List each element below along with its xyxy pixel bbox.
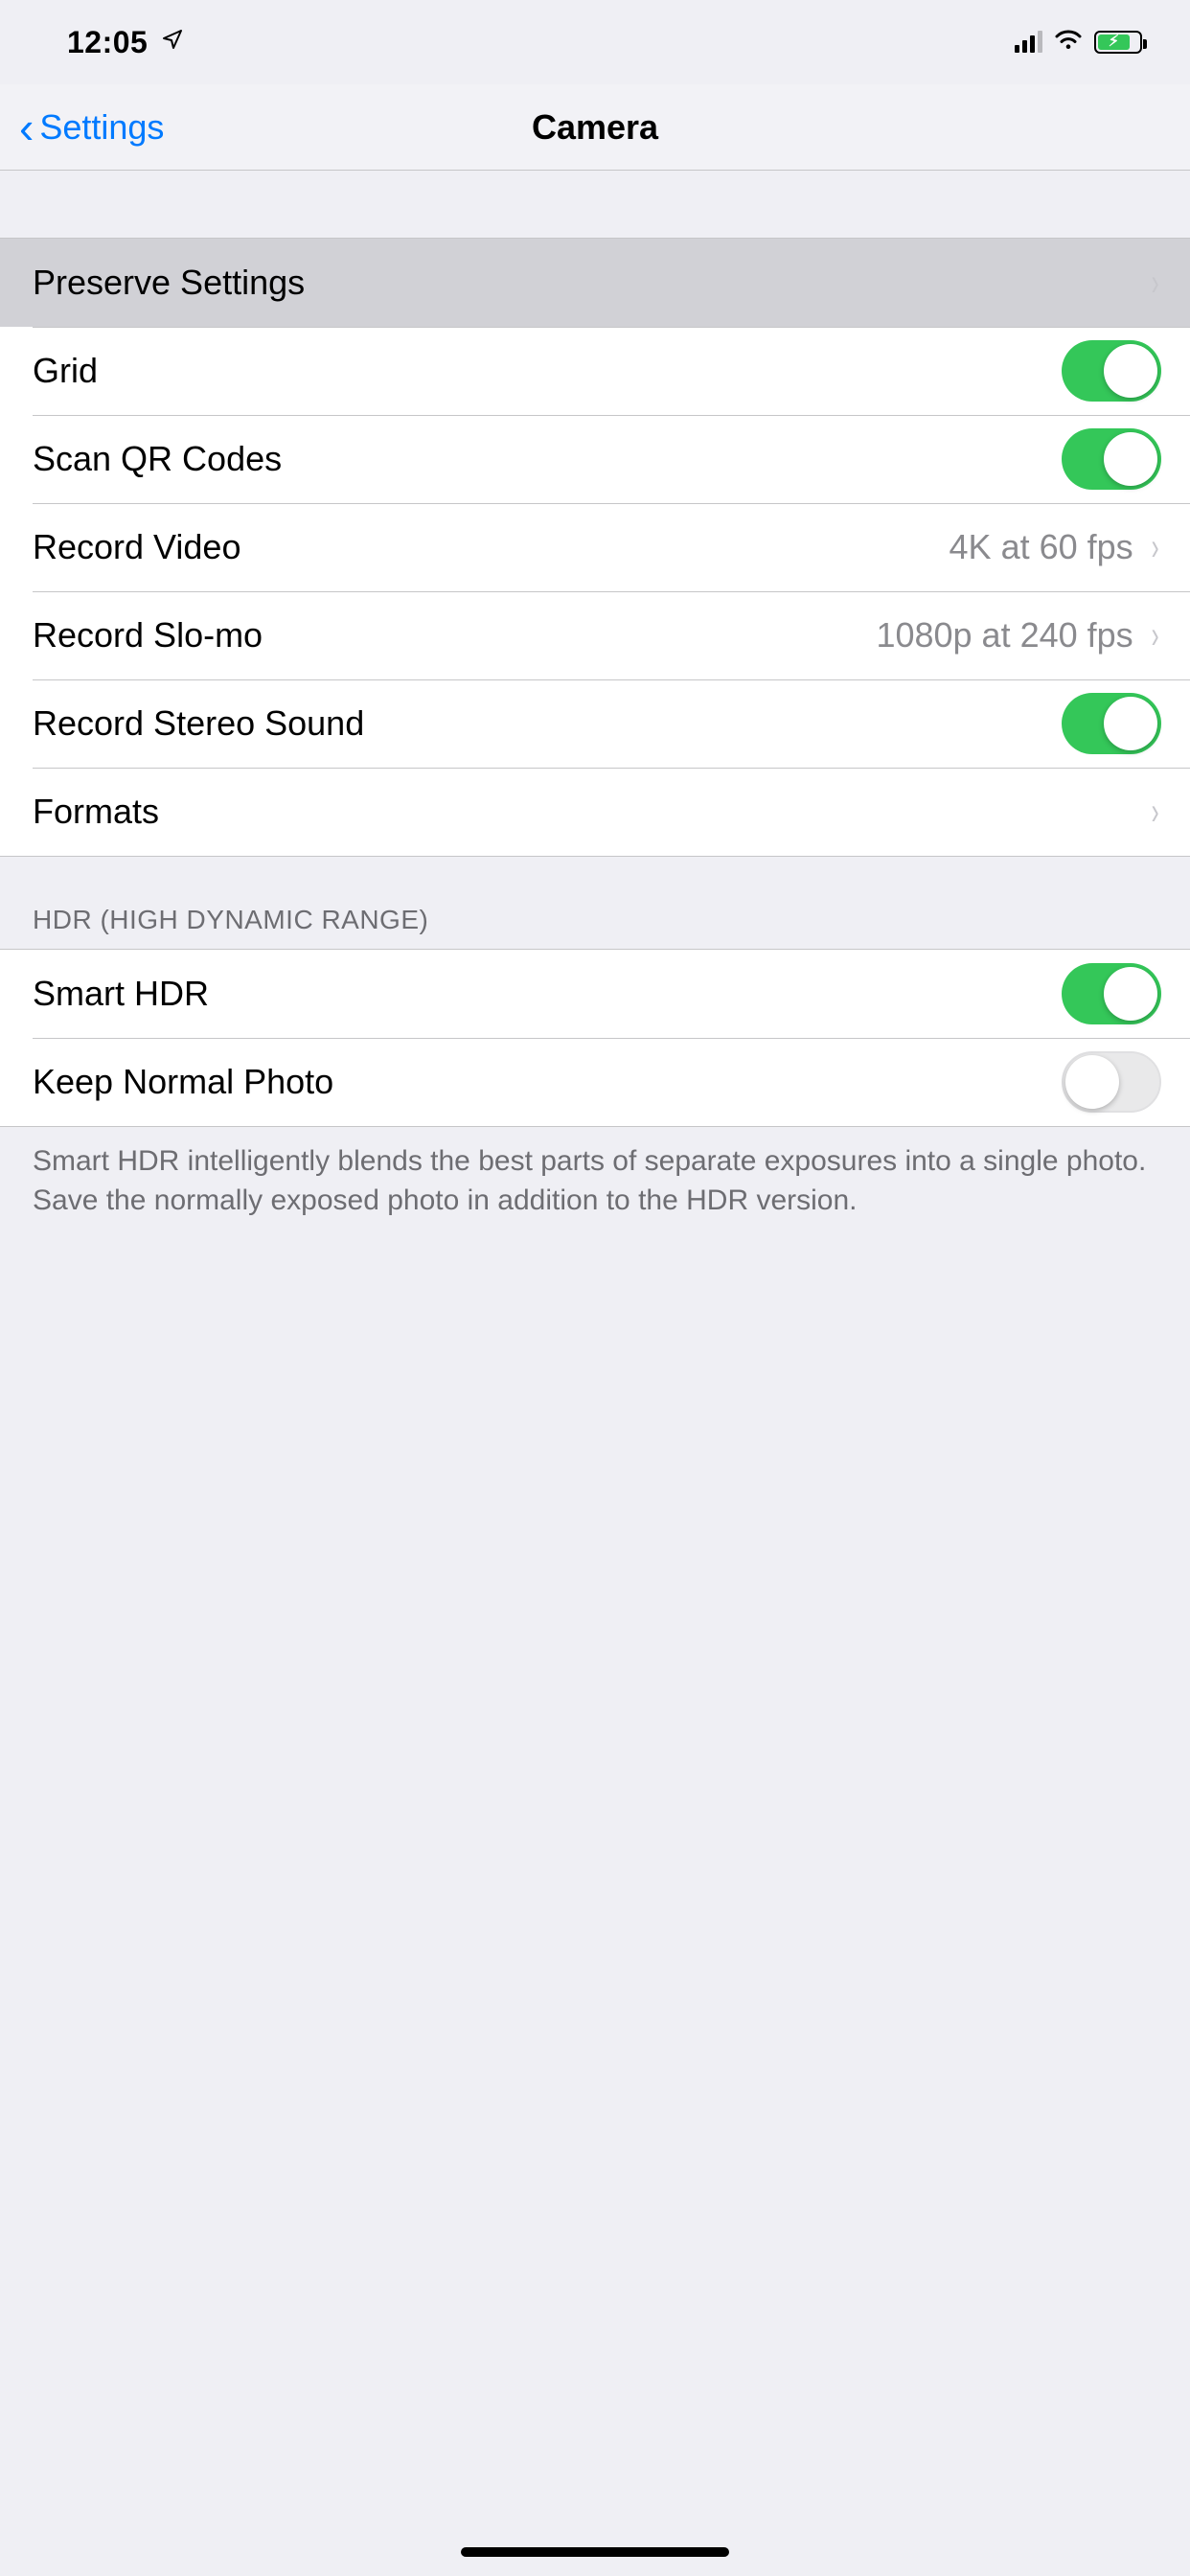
toggle-record-stereo[interactable] xyxy=(1062,693,1161,754)
charging-bolt-icon: ⚡︎ xyxy=(1109,34,1119,50)
back-label: Settings xyxy=(39,107,164,148)
row-label: Scan QR Codes xyxy=(33,439,282,479)
settings-group-main: Preserve Settings › Grid Scan QR Codes R… xyxy=(0,238,1190,857)
row-record-stereo: Record Stereo Sound xyxy=(0,679,1190,768)
settings-group-hdr: Smart HDR Keep Normal Photo xyxy=(0,949,1190,1127)
wifi-icon xyxy=(1054,29,1083,57)
chevron-left-icon: ‹ xyxy=(19,105,34,150)
row-label: Record Video xyxy=(33,527,240,567)
back-button[interactable]: ‹ Settings xyxy=(19,84,164,170)
toggle-keep-normal[interactable] xyxy=(1062,1051,1161,1113)
location-icon xyxy=(161,27,184,58)
row-grid: Grid xyxy=(0,327,1190,415)
row-label: Keep Normal Photo xyxy=(33,1062,333,1102)
battery-icon: ⚡︎ xyxy=(1094,31,1142,54)
chevron-right-icon: › xyxy=(1151,793,1158,831)
row-scan-qr: Scan QR Codes xyxy=(0,415,1190,503)
row-record-slomo[interactable]: Record Slo-mo 1080p at 240 fps › xyxy=(0,591,1190,679)
nav-header: ‹ Settings Camera xyxy=(0,84,1190,171)
chevron-right-icon: › xyxy=(1151,616,1158,655)
row-record-video[interactable]: Record Video 4K at 60 fps › xyxy=(0,503,1190,591)
row-label: Record Slo-mo xyxy=(33,615,263,656)
section-header-hdr: HDR (HIGH DYNAMIC RANGE) xyxy=(0,857,1190,949)
status-time: 12:05 xyxy=(67,25,148,60)
row-label: Grid xyxy=(33,351,98,391)
row-value: 1080p at 240 fps xyxy=(876,615,1133,656)
row-preserve-settings[interactable]: Preserve Settings › xyxy=(0,239,1190,327)
row-label: Smart HDR xyxy=(33,974,209,1014)
toggle-scan-qr[interactable] xyxy=(1062,428,1161,490)
status-bar: 12:05 ⚡︎ xyxy=(0,0,1190,84)
row-label: Formats xyxy=(33,792,159,832)
chevron-right-icon: › xyxy=(1151,528,1158,566)
row-value: 4K at 60 fps xyxy=(950,527,1133,567)
toggle-smart-hdr[interactable] xyxy=(1062,963,1161,1024)
page-title: Camera xyxy=(0,107,1190,148)
row-label: Record Stereo Sound xyxy=(33,703,364,744)
chevron-right-icon: › xyxy=(1151,264,1158,302)
cellular-icon xyxy=(1015,32,1042,53)
row-label: Preserve Settings xyxy=(33,263,305,303)
status-time-area: 12:05 xyxy=(67,25,184,60)
row-formats[interactable]: Formats › xyxy=(0,768,1190,856)
row-keep-normal: Keep Normal Photo xyxy=(0,1038,1190,1126)
status-right: ⚡︎ xyxy=(1015,29,1142,57)
section-footer-hdr: Smart HDR intelligently blends the best … xyxy=(0,1127,1190,1220)
row-smart-hdr: Smart HDR xyxy=(0,950,1190,1038)
home-indicator[interactable] xyxy=(461,2547,729,2557)
toggle-grid[interactable] xyxy=(1062,340,1161,402)
